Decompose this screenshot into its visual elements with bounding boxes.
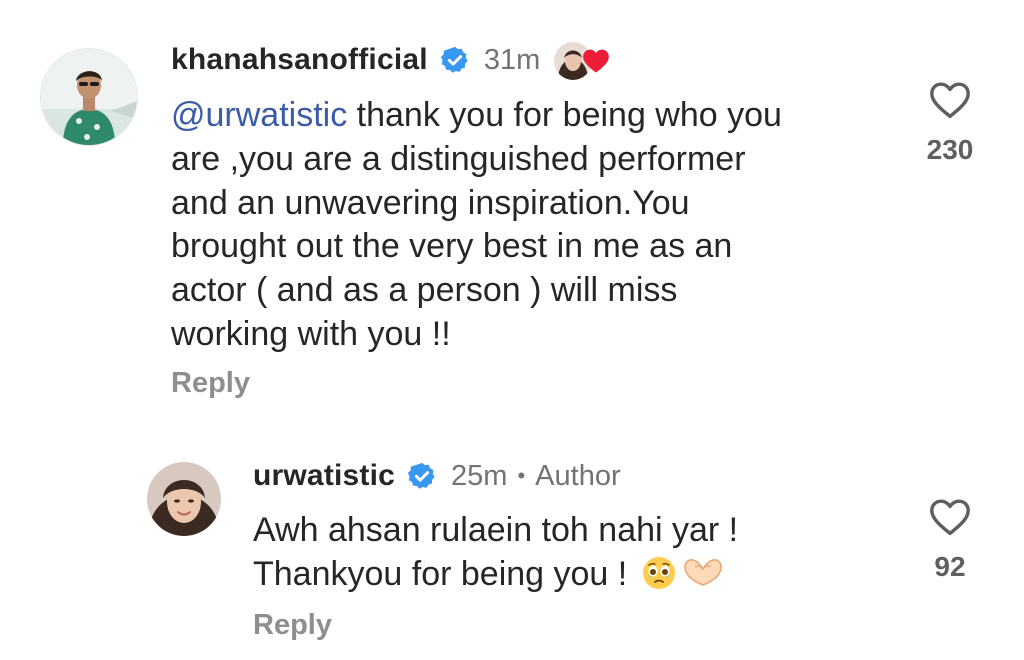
- heart-outline-icon[interactable]: [928, 80, 972, 120]
- like-control: 230: [900, 80, 1000, 166]
- comment-line: working with you !!: [171, 314, 451, 353]
- reply-text: Awh ahsan rulaein toh nahi yar ! Thankyo…: [253, 509, 738, 597]
- avatar-khanahsanofficial[interactable]: [40, 48, 138, 146]
- comment-header: khanahsanofficial 31m: [171, 38, 610, 82]
- reply-button[interactable]: Reply: [253, 609, 332, 642]
- comment-item: khanahsanofficial 31m @urwatistic thank …: [0, 0, 1024, 420]
- comment-line: actor ( and as a person ) will miss: [171, 271, 678, 310]
- comment-line: and an unwavering inspiration.You: [171, 183, 690, 222]
- comment-line: are ,you are a distinguished performer: [171, 139, 746, 178]
- comment-line: Thankyou for being you !: [253, 554, 637, 593]
- reply-header: urwatistic 25m • Author: [253, 456, 621, 496]
- red-heart-icon: [583, 49, 610, 73]
- face-holding-back-tears-emoji: [642, 556, 675, 589]
- mention-link[interactable]: @urwatistic: [171, 96, 347, 134]
- username[interactable]: khanahsanofficial: [171, 43, 428, 77]
- comment-line: brought out the very best in me as an: [171, 227, 733, 266]
- verified-badge-icon: [440, 46, 468, 73]
- comment-timestamp: 25m: [451, 459, 508, 492]
- like-count: 92: [934, 551, 966, 582]
- heart-outline-icon[interactable]: [928, 497, 972, 537]
- reply-button[interactable]: Reply: [171, 367, 250, 400]
- like-control: 92: [900, 497, 1000, 583]
- comment-timestamp: 31m: [483, 43, 541, 76]
- username[interactable]: urwatistic: [253, 459, 395, 493]
- separator-dot: •: [517, 463, 526, 488]
- avatar-urwatistic[interactable]: [147, 462, 221, 536]
- verified-badge-icon: [407, 462, 435, 489]
- like-count: 230: [926, 134, 974, 165]
- creator-liked-indicator: [552, 38, 610, 82]
- comment-text: @urwatistic thank you for being who you …: [171, 94, 782, 357]
- author-badge: Author: [535, 459, 621, 492]
- comment-line: Awh ahsan rulaein toh nahi yar !: [253, 511, 739, 549]
- heart-hands-emoji: [683, 558, 722, 586]
- comment-line: thank you for being who you: [347, 96, 782, 134]
